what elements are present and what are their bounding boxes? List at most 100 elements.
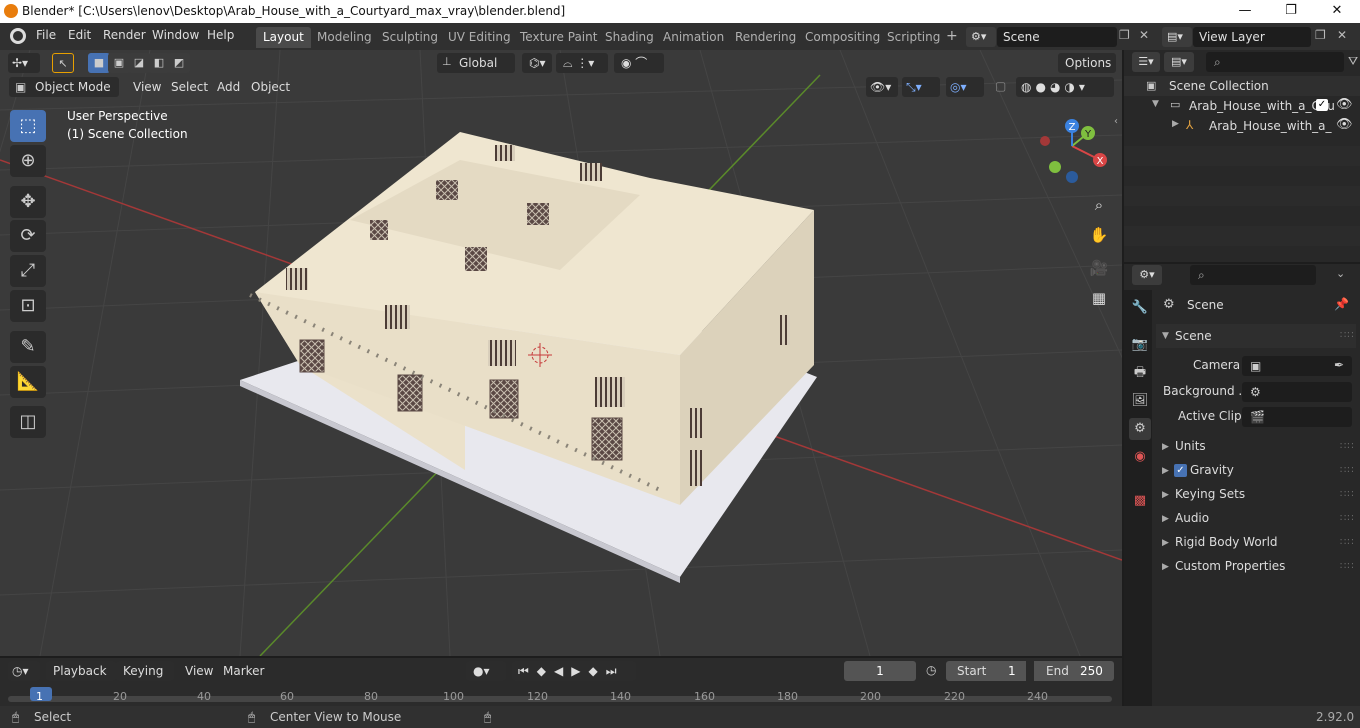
properties-options-icon[interactable]: ⌄ [1336,267,1345,280]
scene-browse-icon[interactable]: ⚙▾ [966,27,996,47]
scene-panel-collapse-icon[interactable]: ▼ [1162,331,1169,341]
sidebar-toggle-icon[interactable]: ‹ [1114,116,1118,127]
tab-sculpting[interactable]: Sculpting [375,27,445,48]
audio-expand-icon[interactable]: ▶ [1162,514,1169,524]
section-units[interactable]: Units [1175,439,1206,453]
properties-search-input[interactable]: ⌕ [1190,265,1316,285]
editor-type-icon[interactable]: ✢▾ [8,53,40,73]
tool-tab-icon[interactable]: 🔧 [1129,297,1151,319]
gizmo-toggle-icon[interactable]: ⤡▾ [902,77,940,97]
pin-icon[interactable]: 📌 [1334,297,1349,311]
section-gravity[interactable]: Gravity [1190,463,1234,477]
outliner-object[interactable]: Arab_House_with_a_ [1209,119,1332,133]
section-custom-properties[interactable]: Custom Properties [1175,559,1285,573]
world-tab-icon[interactable]: ◉ [1129,446,1151,468]
rotate-tool[interactable]: ⟳ [10,220,46,252]
visibility-icon[interactable]: 👁▾ [866,77,898,97]
collection-expand-icon[interactable]: ▼ [1152,99,1159,109]
new-scene-icon[interactable]: ❐ [1119,28,1130,42]
maximize-button[interactable]: ❐ [1268,0,1314,23]
tab-scripting[interactable]: Scripting [880,27,947,48]
properties-editor-icon[interactable]: ⚙▾ [1132,265,1162,285]
collection-visibility-icon[interactable]: 👁 [1336,97,1353,112]
delete-viewlayer-icon[interactable]: ✕ [1337,28,1347,42]
menu-object[interactable]: Object [244,77,297,97]
navigation-gizmo[interactable]: X Y Z [1036,116,1110,186]
tab-animation[interactable]: Animation [656,27,731,48]
zoom-icon[interactable]: ⌕ [1087,193,1111,217]
overlay-toggle-icon[interactable]: ◎▾ [946,77,984,97]
output-tab-icon[interactable]: 🖶 [1129,362,1151,384]
blender-menu-icon[interactable] [10,28,26,44]
add-workspace-icon[interactable]: + [946,28,958,44]
drag-handle-icon[interactable]: ∷∷ [1340,489,1355,500]
drag-handle-icon[interactable]: ∷∷ [1340,441,1355,452]
timeline-editor-icon[interactable]: ◷▾ [8,661,40,681]
scene-name-field[interactable]: Scene [997,27,1117,47]
minimize-button[interactable]: — [1222,0,1268,23]
scene-tab-icon[interactable]: ⚙ [1129,418,1151,440]
drag-handle-icon[interactable]: ∷∷ [1340,330,1355,341]
gravity-expand-icon[interactable]: ▶ [1162,466,1169,476]
section-rigid-body-world[interactable]: Rigid Body World [1175,535,1278,549]
options-dropdown[interactable]: Options [1058,53,1116,73]
close-button[interactable]: ✕ [1314,0,1360,23]
proportional-edit-icon[interactable]: ◉ ⌒ [614,53,664,73]
filter-icon[interactable]: ⛛ [1348,54,1358,69]
select-tool-icon[interactable]: ↖ [52,53,74,73]
shading-mode-icons[interactable]: ◍●◕◑▾ [1016,77,1114,97]
tab-layout[interactable]: Layout [256,27,311,48]
select-mode-extend-icon[interactable]: ▣ [108,53,130,73]
menu-help[interactable]: Help [207,28,234,42]
scale-tool[interactable]: ⤢ [10,255,46,287]
object-visibility-icon[interactable]: 👁 [1336,117,1353,132]
auto-keying-icon[interactable]: ●▾ [466,661,506,681]
marker-menu[interactable]: Marker [216,661,271,681]
tab-shading[interactable]: Shading [598,27,661,48]
tab-modeling[interactable]: Modeling [310,27,379,48]
select-mode-intersect-icon[interactable]: ◩ [168,53,190,73]
menu-view[interactable]: View [126,77,168,97]
drag-handle-icon[interactable]: ∷∷ [1340,513,1355,524]
menu-add[interactable]: Add [210,77,247,97]
playback-controls[interactable]: ⏮◆◀▶◆⏭ [512,661,636,681]
outliner-search-input[interactable]: ⌕ [1206,52,1344,72]
camera-view-icon[interactable]: 🎥 [1087,256,1111,280]
display-mode-icon[interactable]: ▤▾ [1164,52,1194,72]
section-audio[interactable]: Audio [1175,511,1209,525]
tab-texture-paint[interactable]: Texture Paint [513,27,604,48]
view-layer-field[interactable]: View Layer [1193,27,1311,47]
3d-viewport[interactable]: X Y Z ⌕ ✋ 🎥 ▦ User Perspective (1) Scene… [0,50,1122,656]
pan-hand-icon[interactable]: ✋ [1087,223,1111,247]
drag-handle-icon[interactable]: ∷∷ [1340,537,1355,548]
collection-checkbox[interactable]: ✓ [1316,99,1328,111]
add-cube-tool[interactable]: ◫ [10,406,46,438]
keying-menu[interactable]: Keying [116,661,174,681]
keying-sets-expand-icon[interactable]: ▶ [1162,490,1169,500]
select-mode-subtract-icon[interactable]: ◪ [128,53,150,73]
rigid-body-expand-icon[interactable]: ▶ [1162,538,1169,548]
viewlayer-browse-icon[interactable]: ▤▾ [1162,27,1192,47]
menu-window[interactable]: Window [152,28,199,42]
select-mode-new-icon[interactable]: ■ [88,53,110,73]
gravity-checkbox[interactable]: ✓ [1174,464,1187,477]
transform-tool[interactable]: ⊡ [10,290,46,322]
render-tab-icon[interactable]: 📷 [1129,334,1151,356]
pivot-point-icon[interactable]: ⌬▾ [522,53,552,73]
current-frame-field[interactable]: 1 [844,661,916,681]
menu-file[interactable]: File [36,28,56,42]
texture-tab-icon[interactable]: ▩ [1129,490,1151,512]
select-mode-invert-icon[interactable]: ◧ [148,53,170,73]
active-clip-field[interactable]: 🎬 [1242,407,1352,427]
cursor-tool[interactable]: ⊕ [10,145,46,177]
new-viewlayer-icon[interactable]: ❐ [1315,28,1326,42]
delete-scene-icon[interactable]: ✕ [1139,28,1149,42]
object-expand-icon[interactable]: ▶ [1172,119,1179,129]
timeline-view-menu[interactable]: View [178,661,220,681]
ortho-grid-icon[interactable]: ▦ [1087,286,1111,310]
snapping-icon[interactable]: ⌓ ⋮▾ [556,53,608,73]
annotate-tool[interactable]: ✎ [10,331,46,363]
drag-handle-icon[interactable]: ∷∷ [1340,561,1355,572]
section-keying-sets[interactable]: Keying Sets [1175,487,1245,501]
tab-uv-editing[interactable]: UV Editing [441,27,518,48]
